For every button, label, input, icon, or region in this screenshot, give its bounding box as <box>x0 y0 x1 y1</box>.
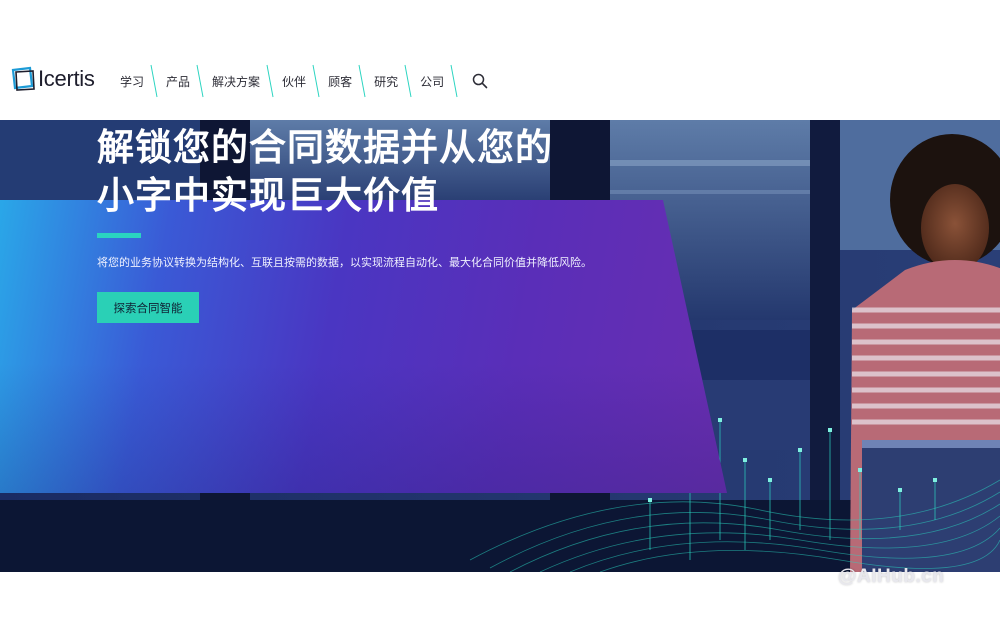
nav-item-label: 产品 <box>166 74 191 89</box>
nav-item-label: 解决方案 <box>212 74 261 89</box>
watermark: @AIHub.cn <box>838 566 945 587</box>
hero-title: 解锁您的合同数据并从您的 小字中实现巨大价值 <box>97 124 637 220</box>
page: Icertis 学习 产品 解决方案 伙伴 顾客 研究 公司 解锁您的合同数据并… <box>0 0 1000 618</box>
nav-separator <box>196 64 204 98</box>
nav-item-company[interactable]: 公司 <box>412 64 458 98</box>
nav-separator <box>404 64 412 98</box>
nav-item-research[interactable]: 研究 <box>366 64 412 98</box>
brand-name: Icertis <box>38 66 95 91</box>
nav-separator <box>450 64 458 98</box>
nav-separator <box>150 64 158 98</box>
nav-separator <box>266 64 274 98</box>
explore-contract-intelligence-button[interactable]: 探索合同智能 <box>97 292 199 323</box>
nav-item-partners[interactable]: 伙伴 <box>274 64 320 98</box>
nav-item-label: 研究 <box>374 74 399 89</box>
nav-item-learn[interactable]: 学习 <box>112 64 158 98</box>
nav-item-label: 公司 <box>420 74 445 89</box>
main-nav: 学习 产品 解决方案 伙伴 顾客 研究 公司 <box>112 64 488 98</box>
nav-item-customers[interactable]: 顾客 <box>320 64 366 98</box>
nav-item-solutions[interactable]: 解决方案 <box>204 64 274 98</box>
nav-item-label: 伙伴 <box>282 74 307 89</box>
hero-overlay-panel <box>0 200 727 493</box>
nav-item-label: 学习 <box>120 74 145 89</box>
hero-title-line-1: 解锁您的合同数据并从您的 <box>97 126 553 169</box>
nav-item-products[interactable]: 产品 <box>158 64 204 98</box>
site-header: Icertis 学习 产品 解决方案 伙伴 顾客 研究 公司 <box>0 44 1000 120</box>
search-button[interactable] <box>458 64 488 98</box>
nav-item-label: 顾客 <box>328 74 353 89</box>
nav-separator <box>358 64 366 98</box>
icertis-logo-mark <box>11 66 35 91</box>
nav-separator <box>312 64 320 98</box>
accent-bar <box>97 233 141 238</box>
icertis-logo[interactable]: Icertis <box>10 64 95 94</box>
search-icon <box>472 73 488 89</box>
hero-subtitle: 将您的业务协议转换为结构化、互联且按需的数据，以实现流程自动化、最大化合同价值并… <box>97 256 592 269</box>
hero-title-line-2: 小字中实现巨大价值 <box>97 174 439 217</box>
